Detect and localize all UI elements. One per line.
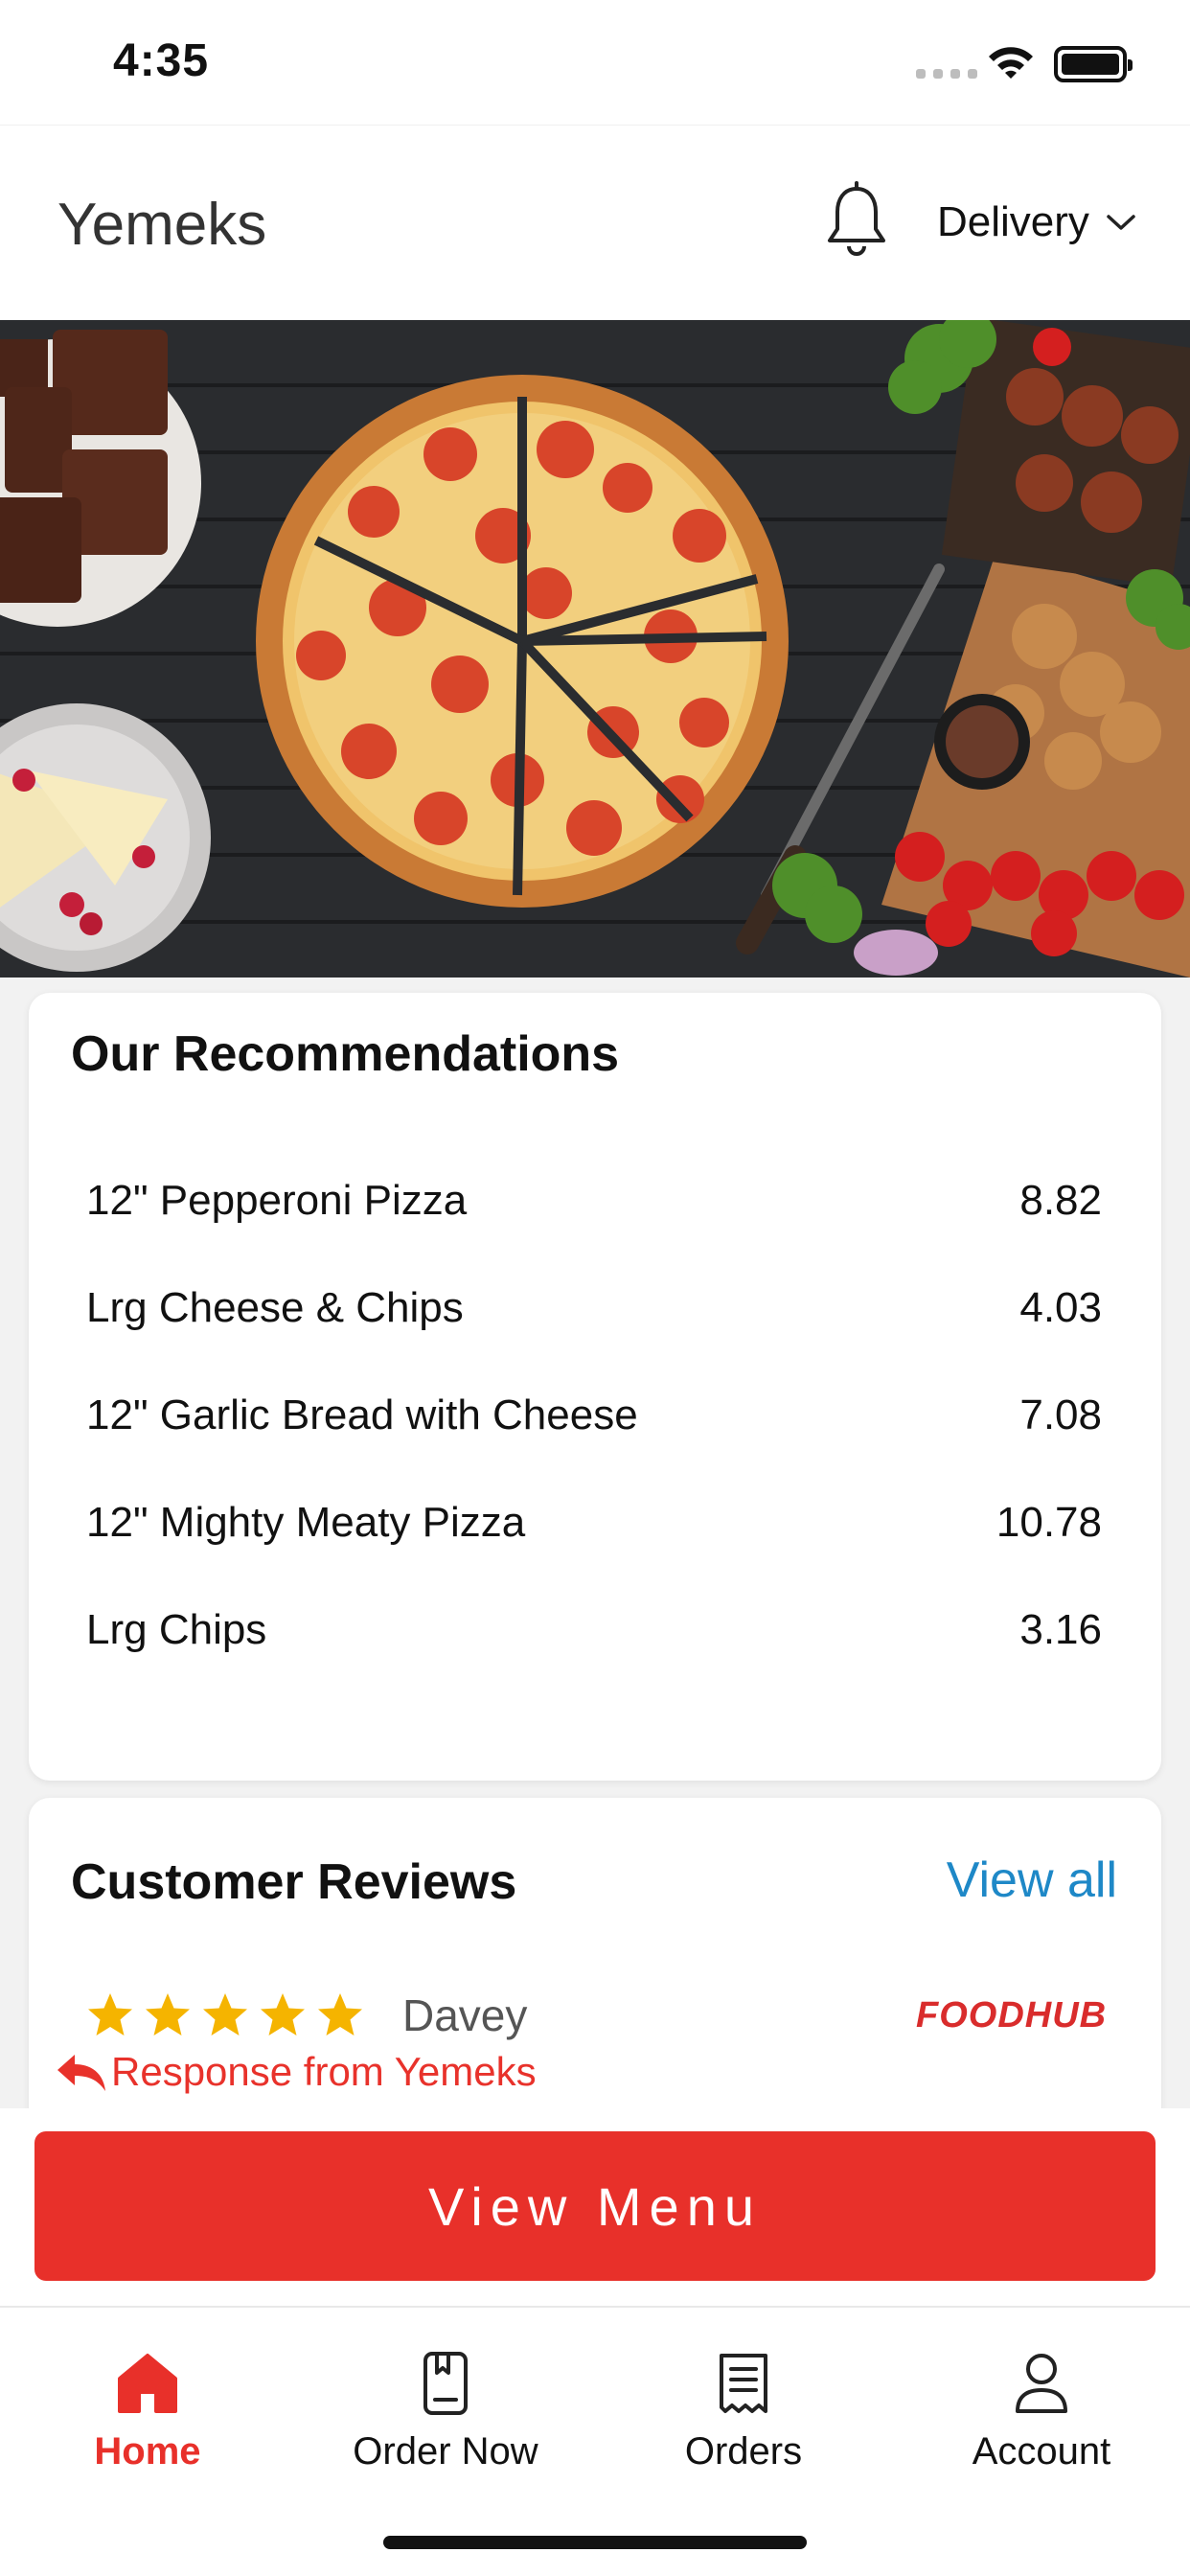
recommendations-list: 12" Pepperoni Pizza 8.82 Lrg Cheese & Ch… — [29, 1137, 1161, 1694]
tab-label: Order Now — [353, 2430, 538, 2472]
orders-icon — [720, 2354, 767, 2413]
recommendation-price: 7.08 — [1019, 1392, 1102, 1438]
recommendations-card: Our Recommendations 12" Pepperoni Pizza … — [29, 993, 1161, 1781]
star-icon — [261, 1993, 305, 2036]
view-all-reviews-link[interactable]: View all — [947, 1852, 1117, 1909]
tab-label: Orders — [684, 2430, 803, 2472]
view-menu-button[interactable]: View Menu — [34, 2131, 1156, 2281]
tab-label: Account — [972, 2430, 1111, 2472]
response-link[interactable]: Response from Yemeks — [54, 2049, 537, 2095]
chevron-down-icon — [1107, 215, 1135, 230]
recommendation-name: Lrg Cheese & Chips — [86, 1284, 464, 1331]
review-header: Davey — [86, 1990, 527, 2041]
star-icon — [203, 1993, 247, 2036]
hero-food-image — [0, 320, 1190, 978]
reviewer-name: Davey — [402, 1990, 528, 2040]
recommendation-name: 12" Pepperoni Pizza — [86, 1177, 468, 1224]
home-icon — [118, 2354, 177, 2413]
recommendation-item[interactable]: Lrg Chips 3.16 — [29, 1566, 1161, 1694]
recommendation-price: 4.03 — [1019, 1284, 1102, 1331]
signal-icon — [916, 69, 977, 79]
tab-account[interactable]: Account — [927, 2350, 1156, 2473]
tab-home[interactable]: Home — [33, 2350, 263, 2473]
recommendation-name: 12" Mighty Meaty Pizza — [86, 1499, 526, 1546]
delivery-mode-selector[interactable]: Delivery — [937, 198, 1137, 246]
star-icon — [318, 1993, 362, 2036]
star-icon — [88, 1993, 132, 2036]
account-icon — [1016, 2354, 1067, 2413]
recommendation-price: 8.82 — [1019, 1177, 1102, 1224]
customer-reviews-title: Customer Reviews — [71, 1854, 517, 1910]
wifi-icon — [989, 47, 1033, 79]
status-time: 4:35 — [113, 35, 210, 86]
home-indicator — [383, 2536, 807, 2549]
recommendation-name: Lrg Chips — [86, 1606, 267, 1653]
app-header: Yemeks Delivery — [0, 125, 1190, 320]
status-bar: 4:35 — [0, 0, 1190, 125]
recommendation-price: 3.16 — [1019, 1606, 1102, 1653]
order-now-icon — [423, 2352, 468, 2415]
recommendations-title: Our Recommendations — [71, 1026, 620, 1082]
delivery-mode-label: Delivery — [937, 198, 1089, 245]
bell-icon[interactable] — [822, 181, 891, 260]
app-title: Yemeks — [57, 192, 267, 258]
recommendation-price: 10.78 — [995, 1499, 1102, 1546]
recommendation-name: 12" Garlic Bread with Cheese — [86, 1392, 638, 1438]
screen: 4:35 Yemeks Delivery Our Recommendations… — [0, 0, 1190, 2576]
response-label: Response from Yemeks — [111, 2049, 537, 2094]
battery-icon — [1054, 46, 1133, 82]
customer-reviews-card: Customer Reviews View all Davey FOODHUB … — [29, 1798, 1161, 2143]
tab-order-now[interactable]: Order Now — [331, 2350, 561, 2473]
star-icon — [146, 1993, 190, 2036]
reply-icon — [57, 2055, 105, 2091]
tab-label: Home — [94, 2430, 201, 2472]
foodhub-logo: FOODHUB — [916, 1995, 1108, 2036]
tab-orders[interactable]: Orders — [629, 2350, 858, 2473]
